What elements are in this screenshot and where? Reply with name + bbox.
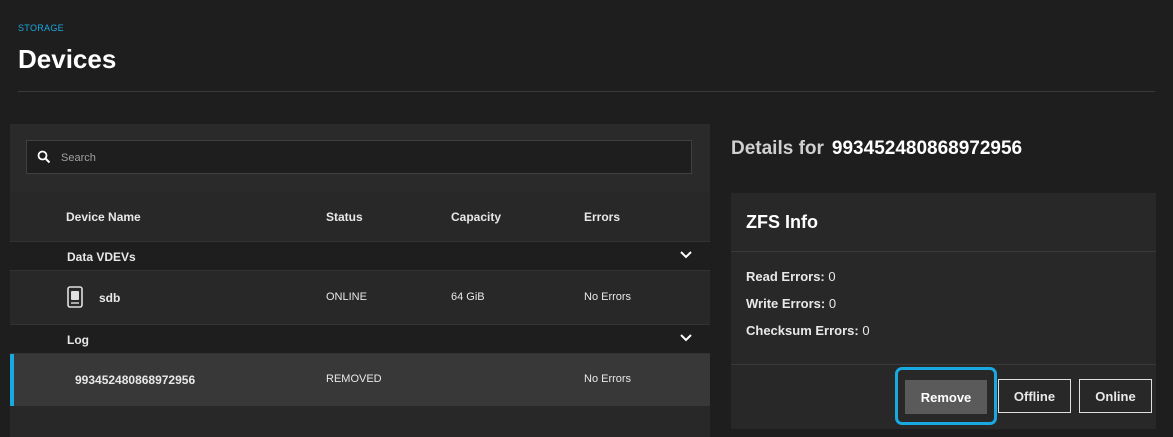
write-errors-value: 0 [828,296,837,311]
device-capacity: 64 GiB [451,291,485,303]
write-errors-line: Write Errors: 0 [746,296,836,311]
checksum-errors-label: Checksum Errors: [746,323,859,338]
card-divider [731,364,1156,365]
write-errors-label: Write Errors: [746,296,826,311]
group-label: Log [67,333,89,347]
column-capacity[interactable]: Capacity [451,210,501,224]
remove-button[interactable]: Remove [905,380,987,414]
device-status: REMOVED [326,373,382,385]
table-header: Device Name Status Capacity Errors [10,192,710,241]
chevron-down-icon[interactable] [680,333,692,343]
device-name: 993452480868972956 [75,373,196,387]
details-device-id: 993452480868972956 [831,138,1023,159]
disk-icon [67,286,83,308]
breadcrumb: STORAGE [18,23,64,33]
checksum-errors-line: Checksum Errors: 0 [746,323,870,338]
zfs-info-title: ZFS Info [746,212,818,232]
search-box[interactable] [26,140,692,175]
search-icon [37,150,51,164]
selection-indicator [10,354,14,406]
page-title: Devices [18,44,117,74]
table-row-selected[interactable]: 993452480868972956 REMOVED No Errors [10,354,710,406]
online-button[interactable]: Online [1079,379,1152,413]
chevron-down-icon[interactable] [680,250,692,260]
search-bar [10,124,710,192]
column-status[interactable]: Status [326,210,363,224]
details-title: Details for 993452480868972956 [731,138,1022,160]
read-errors-label: Read Errors: [746,269,825,284]
read-errors-line: Read Errors: 0 [746,269,836,284]
column-device-name[interactable]: Device Name [66,210,141,224]
devices-panel: Device Name Status Capacity Errors Data … [10,124,710,437]
device-status: ONLINE [326,291,367,303]
details-prefix: Details for [731,138,824,159]
table-row[interactable]: sdb ONLINE 64 GiB No Errors [10,272,710,324]
column-errors[interactable]: Errors [584,210,620,224]
group-row-log[interactable]: Log [10,324,710,354]
group-row-data-vdevs[interactable]: Data VDEVs [10,241,710,271]
device-errors: No Errors [584,291,632,303]
zfs-info-header: ZFS Info [731,193,1156,252]
device-errors: No Errors [584,373,632,385]
group-label: Data VDEVs [67,250,136,264]
read-errors-value: 0 [828,269,836,284]
checksum-errors-value: 0 [862,323,870,338]
search-input[interactable] [59,141,663,175]
title-divider [18,91,1155,92]
device-name: sdb [99,291,121,305]
offline-button[interactable]: Offline [998,379,1071,413]
